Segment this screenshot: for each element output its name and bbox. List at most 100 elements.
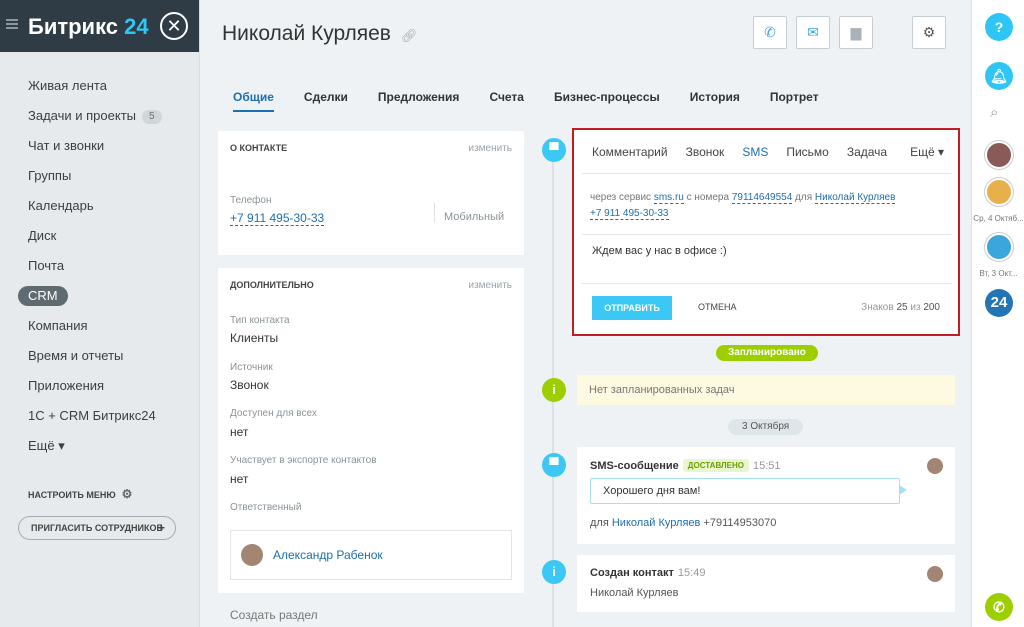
send-button[interactable]: ОТПРАВИТЬ	[592, 296, 672, 320]
sidebar-item-crm[interactable]: CRM	[0, 283, 200, 313]
editor-tabs: Комментарий Звонок SMS Письмо Задача	[592, 145, 905, 159]
info-icon: i	[542, 560, 566, 584]
page-title: Николай Курляев 🔗︎	[222, 22, 417, 46]
sidebar-item-mail[interactable]: Почта	[0, 253, 200, 283]
to-name-link[interactable]: Николай Курляев	[814, 192, 896, 204]
date-badge: 3 Октября	[728, 419, 804, 435]
editor-more-button[interactable]: Ещё ▾	[910, 145, 944, 159]
settings-button[interactable]: ⚙	[912, 16, 946, 49]
service-link[interactable]: sms.ru	[653, 192, 684, 204]
avatar	[241, 544, 263, 566]
sidebar-item-label: Почта	[28, 258, 65, 273]
field-value: Звонок	[230, 378, 269, 392]
avatar[interactable]	[985, 233, 1013, 261]
sidebar-item-more[interactable]: Ещё ▾	[0, 433, 200, 463]
field-label: Доступен для всех	[230, 408, 317, 419]
help-icon[interactable]: ?	[985, 13, 1013, 41]
avatar[interactable]	[985, 178, 1013, 206]
to-phone-link[interactable]: +7 911 495-30-33	[590, 208, 669, 220]
logo-bar: Битрикс 24 ✕	[0, 0, 199, 52]
contact-card-heading: О КОНТАКТЕ	[230, 143, 288, 153]
sidebar-item-chat[interactable]: Чат и звонки	[0, 133, 200, 163]
tab-bizproc[interactable]: Бизнес-процессы	[554, 90, 660, 112]
recent-date: Ср, 4 Октяб...	[973, 214, 1024, 223]
sidebar-item-feed[interactable]: Живая лента	[0, 73, 200, 103]
avatar[interactable]	[985, 141, 1013, 169]
tab-call[interactable]: Звонок	[686, 145, 725, 159]
extra-card-heading: ДОПОЛНИТЕЛЬНО	[230, 280, 314, 290]
sidebar-item-label: Задачи и проекты	[28, 108, 136, 123]
comment-icon: ▀	[542, 138, 566, 162]
created-item-header: Создан контакт 15:49	[590, 567, 705, 579]
close-icon[interactable]: ✕	[160, 12, 188, 40]
bell-icon[interactable]: 🔔︎	[985, 62, 1013, 90]
tab-invoices[interactable]: Счета	[489, 90, 524, 112]
create-section-link[interactable]: Создать раздел	[230, 608, 318, 622]
tab-history[interactable]: История	[690, 90, 740, 112]
no-tasks-box: Нет запланированных задач	[577, 375, 955, 405]
sidebar-item-groups[interactable]: Группы	[0, 163, 200, 193]
menu-icon[interactable]	[6, 19, 18, 29]
info-icon: i	[542, 378, 566, 402]
sidebar-item-time[interactable]: Время и отчеты	[0, 343, 200, 373]
via-text: через сервис	[590, 192, 652, 203]
call-button[interactable]: ✆	[753, 16, 787, 49]
bitrix24-badge[interactable]: 24	[985, 289, 1013, 317]
responsible-box[interactable]: Александр Рабенок	[230, 530, 512, 580]
sidebar-item-1c[interactable]: 1С + CRM Битрикс24	[0, 403, 200, 433]
recipient-link[interactable]: Николай Курляев	[612, 517, 701, 529]
tasks-counter: 5	[142, 110, 162, 124]
field-label: Тип контакта	[230, 315, 290, 326]
cancel-button[interactable]: ОТМЕНА	[698, 302, 737, 312]
email-button[interactable]: ✉	[796, 16, 830, 49]
char-counter: Знаков 25 из 200	[861, 302, 940, 313]
tab-portrait[interactable]: Портрет	[770, 90, 819, 112]
responsible-name[interactable]: Александр Рабенок	[273, 548, 383, 562]
sidebar-item-company[interactable]: Компания	[0, 313, 200, 343]
invite-button[interactable]: ПРИГЛАСИТЬ СОТРУДНИКОВ +	[18, 516, 176, 540]
field-value: Клиенты	[230, 331, 279, 345]
link-icon[interactable]: 🔗︎	[401, 28, 418, 44]
extra-edit-link[interactable]: изменить	[468, 280, 512, 291]
sidebar-item-disk[interactable]: Диск	[0, 223, 200, 253]
tab-general[interactable]: Общие	[233, 90, 274, 112]
divider	[434, 203, 435, 223]
created-item-title: Создан контакт	[590, 567, 674, 579]
sms-timeline-item: SMS-сообщение ДОСТАВЛЕНО 15:51 Хорошего дн…	[577, 447, 955, 544]
tab-deals[interactable]: Сделки	[304, 90, 348, 112]
divider	[582, 173, 952, 174]
configure-menu-button[interactable]: НАСТРОИТЬ МЕНЮ ⚙	[28, 487, 132, 501]
field-value: нет	[230, 472, 249, 486]
sidebar-item-label: Диск	[28, 228, 57, 243]
invite-label: ПРИГЛАСИТЬ СОТРУДНИКОВ	[31, 523, 164, 533]
phone-link[interactable]: +7 911 495-30-33	[230, 211, 325, 226]
sidebar-item-calendar[interactable]: Календарь	[0, 193, 200, 223]
chat-button[interactable]: ▆	[839, 16, 873, 49]
tab-offers[interactable]: Предложения	[378, 90, 460, 112]
contact-edit-link[interactable]: изменить	[468, 143, 512, 154]
phone-icon[interactable]: ✆	[985, 593, 1013, 621]
planned-badge: Запланировано	[716, 345, 818, 361]
tab-comment[interactable]: Комментарий	[592, 145, 668, 159]
avatar	[927, 566, 943, 582]
tab-task[interactable]: Задача	[847, 145, 887, 159]
sidebar-item-apps[interactable]: Приложения	[0, 373, 200, 403]
plus-icon: +	[157, 520, 165, 535]
tab-sms[interactable]: SMS	[742, 145, 768, 159]
logo[interactable]: Битрикс 24	[28, 14, 149, 40]
sidebar-item-tasks[interactable]: Задачи и проекты 5	[0, 103, 200, 133]
contact-name: Николай Курляев	[222, 22, 391, 45]
field-label: Источник	[230, 362, 273, 373]
sidebar-menu: Живая лента Задачи и проекты 5 Чат и звон…	[0, 73, 200, 463]
sidebar-item-label: Компания	[28, 318, 88, 333]
chars-of: из	[910, 302, 921, 313]
tab-letter[interactable]: Письмо	[786, 145, 829, 159]
search-icon[interactable]: ⌕	[990, 104, 998, 121]
from-number-link[interactable]: 79114649554	[731, 192, 793, 204]
sms-message-input[interactable]: Ждем вас у нас в офисе :)	[582, 234, 952, 284]
created-item-name: Николай Курляев	[590, 587, 679, 599]
phone-value[interactable]: +7 911 495-30-33	[230, 211, 325, 226]
avatar	[927, 458, 943, 474]
created-timeline-item: Создан контакт 15:49 Николай Курляев	[577, 555, 955, 612]
sidebar-item-label: Группы	[28, 168, 72, 183]
